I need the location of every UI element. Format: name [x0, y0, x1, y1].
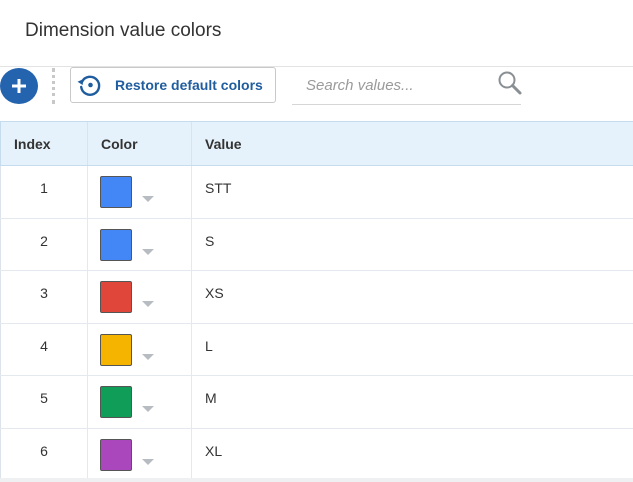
search-box — [292, 67, 523, 105]
color-picker-dropdown[interactable] — [100, 281, 154, 313]
chevron-down-icon[interactable] — [142, 406, 154, 412]
restore-default-colors-button[interactable]: Restore default colors — [70, 67, 276, 103]
restore-default-colors-label: Restore default colors — [115, 77, 263, 93]
row-index: 6 — [0, 428, 88, 481]
row-color-cell — [87, 323, 192, 376]
row-index: 1 — [0, 165, 88, 219]
search-input[interactable] — [292, 67, 482, 103]
table-row[interactable]: 1 STT — [0, 165, 633, 219]
table-header-row: Index Color Value — [0, 121, 633, 166]
row-color-cell — [87, 218, 192, 271]
row-color-cell — [87, 375, 192, 429]
color-swatch[interactable] — [100, 176, 132, 208]
chevron-down-icon[interactable] — [142, 458, 154, 465]
toolbar-separator — [52, 68, 55, 104]
table-row[interactable]: 3 XS — [0, 270, 633, 324]
color-picker-dropdown[interactable] — [100, 176, 154, 208]
chevron-down-icon[interactable] — [142, 353, 154, 360]
dimension-colors-table: Index Color Value 1 STT 2 S 3 XS 4 L 5 M 6 XL — [0, 121, 633, 481]
row-value: S — [191, 218, 633, 271]
table-row[interactable]: 4L — [0, 323, 633, 376]
color-picker-dropdown[interactable] — [100, 228, 154, 261]
row-color-cell — [87, 428, 192, 481]
row-color-cell — [87, 165, 192, 219]
color-swatch[interactable] — [100, 438, 132, 471]
chevron-down-icon[interactable] — [142, 301, 154, 307]
table-row[interactable]: 2S — [0, 218, 633, 271]
column-header-color[interactable]: Color — [87, 121, 192, 166]
plus-icon — [12, 79, 26, 93]
color-swatch[interactable] — [100, 386, 132, 418]
column-header-index[interactable]: Index — [0, 121, 88, 166]
color-swatch[interactable] — [100, 228, 132, 261]
chevron-down-icon[interactable] — [142, 248, 154, 255]
color-swatch[interactable] — [100, 333, 132, 366]
row-value: XL — [191, 428, 633, 481]
row-value: STT — [191, 165, 633, 219]
color-picker-dropdown[interactable] — [100, 438, 154, 471]
chevron-down-icon[interactable] — [142, 196, 154, 202]
color-swatch[interactable] — [100, 281, 132, 313]
color-picker-dropdown[interactable] — [100, 386, 154, 418]
page-title: Dimension value colors — [25, 20, 222, 41]
color-picker-dropdown[interactable] — [100, 333, 154, 366]
row-index: 4 — [0, 323, 88, 376]
row-index: 2 — [0, 218, 88, 271]
row-value: XS — [191, 270, 633, 324]
row-index: 5 — [0, 375, 88, 429]
add-value-button[interactable] — [0, 68, 38, 104]
restore-icon — [76, 71, 104, 99]
table-footer-edge — [0, 478, 633, 482]
row-value: L — [191, 323, 633, 376]
row-color-cell — [87, 270, 192, 324]
row-index: 3 — [0, 270, 88, 324]
table-row[interactable]: 6 XL — [0, 428, 633, 481]
row-value: M — [191, 375, 633, 429]
table-row[interactable]: 5M — [0, 375, 633, 429]
search-icon[interactable] — [497, 70, 523, 96]
column-header-value[interactable]: Value — [191, 121, 633, 166]
